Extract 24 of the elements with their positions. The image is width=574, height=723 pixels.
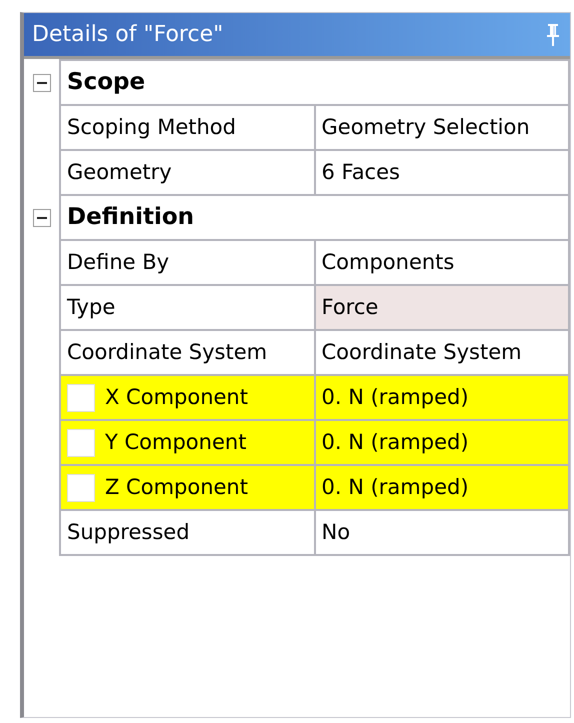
checkbox[interactable] — [67, 429, 95, 457]
label-text: Y Component — [105, 430, 246, 454]
property-value[interactable]: 0. N (ramped) — [314, 375, 569, 420]
property-value[interactable]: 6 Faces — [314, 150, 569, 195]
label-text: X Component — [105, 384, 248, 409]
checkbox[interactable] — [67, 384, 95, 412]
property-value[interactable]: 0. N (ramped) — [314, 420, 569, 465]
property-label: Type — [60, 285, 314, 330]
property-value[interactable]: Geometry Selection — [314, 105, 569, 150]
property-value[interactable]: No — [314, 510, 569, 555]
section-header[interactable]: Definition — [60, 195, 569, 240]
property-label: Scoping Method — [60, 105, 314, 150]
label-text: Z Component — [105, 474, 248, 499]
collapse-toggle[interactable] — [32, 74, 50, 92]
property-label: Define By — [60, 240, 314, 285]
checkbox[interactable] — [67, 474, 95, 502]
collapse-toggle[interactable] — [32, 209, 50, 227]
property-value[interactable]: 0. N (ramped) — [314, 465, 569, 510]
property-value[interactable]: Force — [314, 285, 569, 330]
property-label: Suppressed — [60, 510, 314, 555]
section-header[interactable]: Scope — [60, 60, 569, 105]
panel-title: Details of "Force" — [32, 21, 224, 49]
pin-icon[interactable] — [544, 22, 562, 46]
property-label: Geometry — [60, 150, 314, 195]
